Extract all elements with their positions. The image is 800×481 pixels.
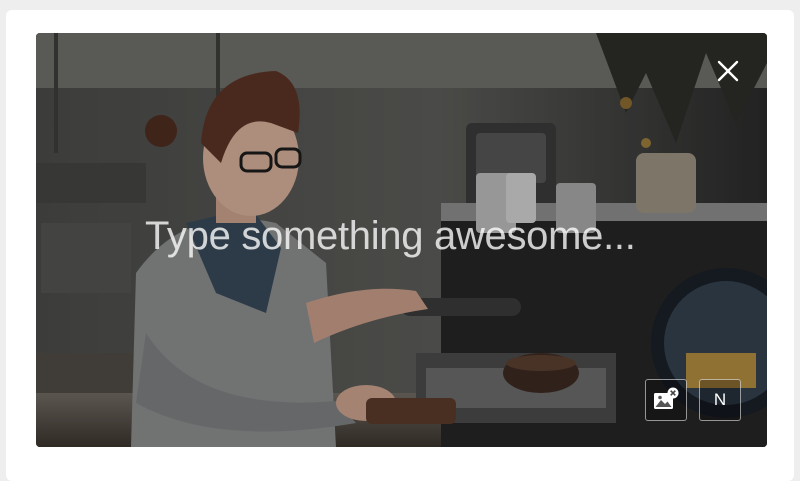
remove-image-button[interactable] [645,379,687,421]
close-button[interactable] [714,57,742,85]
image-remove-icon [654,387,679,409]
close-icon [717,60,739,82]
text-style-button[interactable]: N [699,379,741,421]
text-input-placeholder[interactable]: Type something awesome... [145,213,705,259]
story-canvas[interactable]: Type something awesome... N [36,33,767,447]
